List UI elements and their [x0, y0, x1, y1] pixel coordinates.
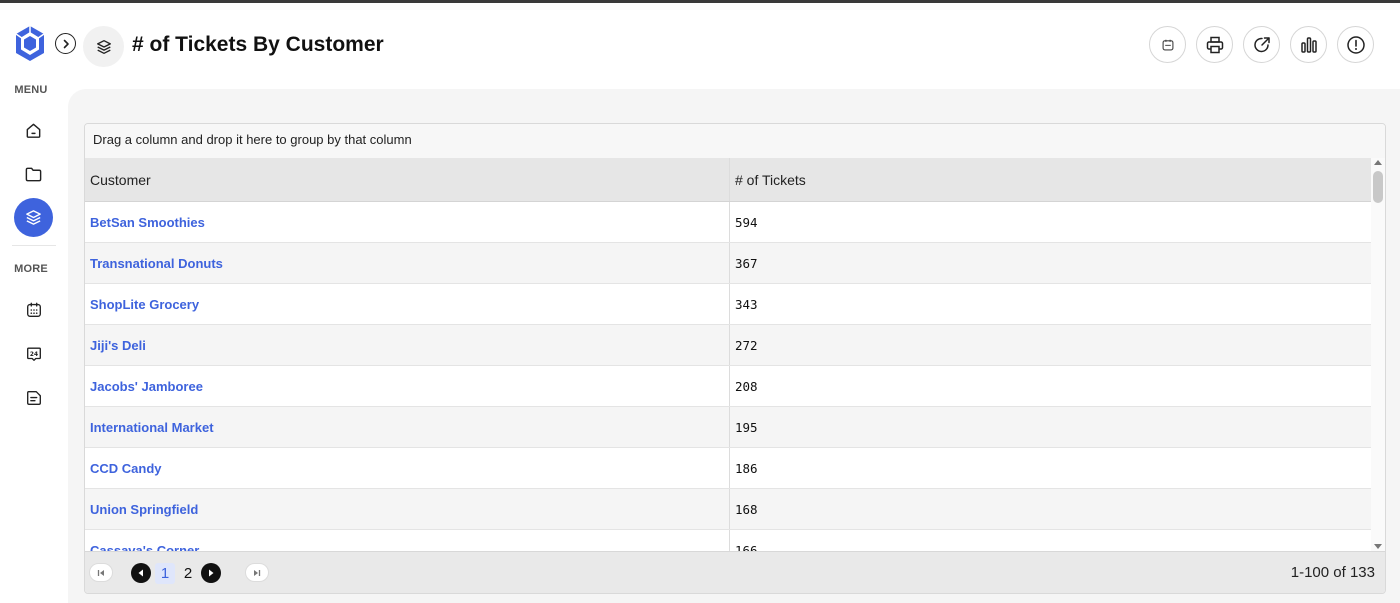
print-button[interactable] [1196, 26, 1233, 63]
page-title: # of Tickets By Customer [132, 33, 384, 56]
chevron-right-icon [63, 39, 69, 48]
sidebar-expand-button[interactable] [55, 33, 76, 54]
ticket-count: 208 [735, 378, 758, 394]
report-type-icon-badge [83, 26, 124, 67]
grid-table: Customer # of Tickets BetSan Smoothies 5… [85, 158, 1373, 553]
table-row: Jiji's Deli 272 [85, 325, 1373, 366]
grid-header-row: Customer # of Tickets [85, 158, 1373, 202]
customer-link[interactable]: Transnational Donuts [90, 256, 223, 271]
sidebar-item-reports[interactable] [14, 198, 53, 237]
sidebar-item-24-hour[interactable]: 24 [14, 334, 53, 373]
sidebar-item-home[interactable] [14, 111, 53, 150]
first-page-button[interactable] [89, 563, 113, 582]
ticket-count: 195 [735, 419, 758, 435]
group-by-drop-zone[interactable]: Drag a column and drop it here to group … [85, 124, 1385, 158]
home-icon [26, 123, 41, 138]
ticket-count: 186 [735, 460, 758, 476]
calendar-icon [1162, 39, 1173, 50]
customer-link[interactable]: Jacobs' Jamboree [90, 379, 203, 394]
vertical-scrollbar[interactable] [1371, 158, 1385, 553]
table-row: Cassava's Corner 166 [85, 530, 1373, 553]
customer-link[interactable]: Jiji's Deli [90, 338, 146, 353]
arrow-left-icon [138, 569, 143, 577]
table-row: Jacobs' Jamboree 208 [85, 366, 1373, 407]
toolbar [1149, 26, 1374, 63]
export-button[interactable] [1243, 26, 1280, 63]
date-range-button[interactable] [1149, 26, 1186, 63]
ticket-count: 168 [735, 501, 758, 517]
last-page-icon [254, 569, 261, 576]
customer-link[interactable]: International Market [90, 420, 214, 435]
data-grid: Drag a column and drop it here to group … [84, 123, 1386, 594]
24-hour-icon: 24 [26, 346, 41, 361]
next-page-button[interactable] [201, 563, 221, 583]
layers-icon [96, 39, 111, 54]
scroll-down-arrow-icon[interactable] [1374, 544, 1382, 549]
main-content: Drag a column and drop it here to group … [68, 89, 1400, 603]
app-logo-icon[interactable] [13, 25, 47, 63]
customer-link[interactable]: ShopLite Grocery [90, 297, 199, 312]
pager: 1 2 1-100 of 133 [85, 551, 1385, 593]
bar-chart-icon [1300, 36, 1317, 53]
previous-page-button[interactable] [131, 563, 151, 583]
print-icon [1206, 36, 1223, 53]
customer-link[interactable]: Union Springfield [90, 502, 198, 517]
customer-link[interactable]: CCD Candy [90, 461, 162, 476]
ticket-count: 272 [735, 337, 758, 353]
column-header-customer[interactable]: Customer [85, 158, 730, 201]
document-icon [26, 390, 41, 405]
table-row: CCD Candy 186 [85, 448, 1373, 489]
page-number-current[interactable]: 1 [155, 563, 175, 584]
sidebar-divider [12, 245, 56, 246]
calendar-icon [26, 302, 41, 317]
ticket-count: 367 [735, 255, 758, 271]
ticket-count: 594 [735, 214, 758, 230]
arrow-right-icon [209, 569, 214, 577]
svg-text:24: 24 [29, 351, 37, 357]
first-page-icon [97, 569, 104, 576]
sidebar-item-notes[interactable] [14, 378, 53, 417]
table-row: BetSan Smoothies 594 [85, 202, 1373, 243]
ticket-count: 343 [735, 296, 758, 312]
menu-section-label: MENU [14, 84, 48, 96]
layers-icon [26, 210, 41, 225]
table-row: Union Springfield 168 [85, 489, 1373, 530]
column-header-tickets[interactable]: # of Tickets [730, 158, 1373, 201]
sidebar-item-calendar[interactable] [14, 290, 53, 329]
last-page-button[interactable] [245, 563, 269, 582]
customer-link[interactable]: BetSan Smoothies [90, 215, 205, 230]
scrollbar-thumb[interactable] [1373, 171, 1383, 203]
chart-view-button[interactable] [1290, 26, 1327, 63]
info-button[interactable] [1337, 26, 1374, 63]
folder-icon [25, 167, 42, 182]
sidebar: MENU MORE 24 [0, 3, 76, 603]
table-row: Transnational Donuts 367 [85, 243, 1373, 284]
export-icon [1253, 36, 1270, 52]
more-section-label: MORE [14, 263, 48, 275]
info-icon [1346, 35, 1365, 54]
table-row: International Market 195 [85, 407, 1373, 448]
sidebar-item-folder[interactable] [14, 155, 53, 194]
window-top-border [0, 0, 1400, 3]
pager-info: 1-100 of 133 [1290, 564, 1375, 581]
page-number[interactable]: 2 [179, 563, 197, 584]
table-row: ShopLite Grocery 343 [85, 284, 1373, 325]
scroll-up-arrow-icon[interactable] [1374, 160, 1382, 165]
